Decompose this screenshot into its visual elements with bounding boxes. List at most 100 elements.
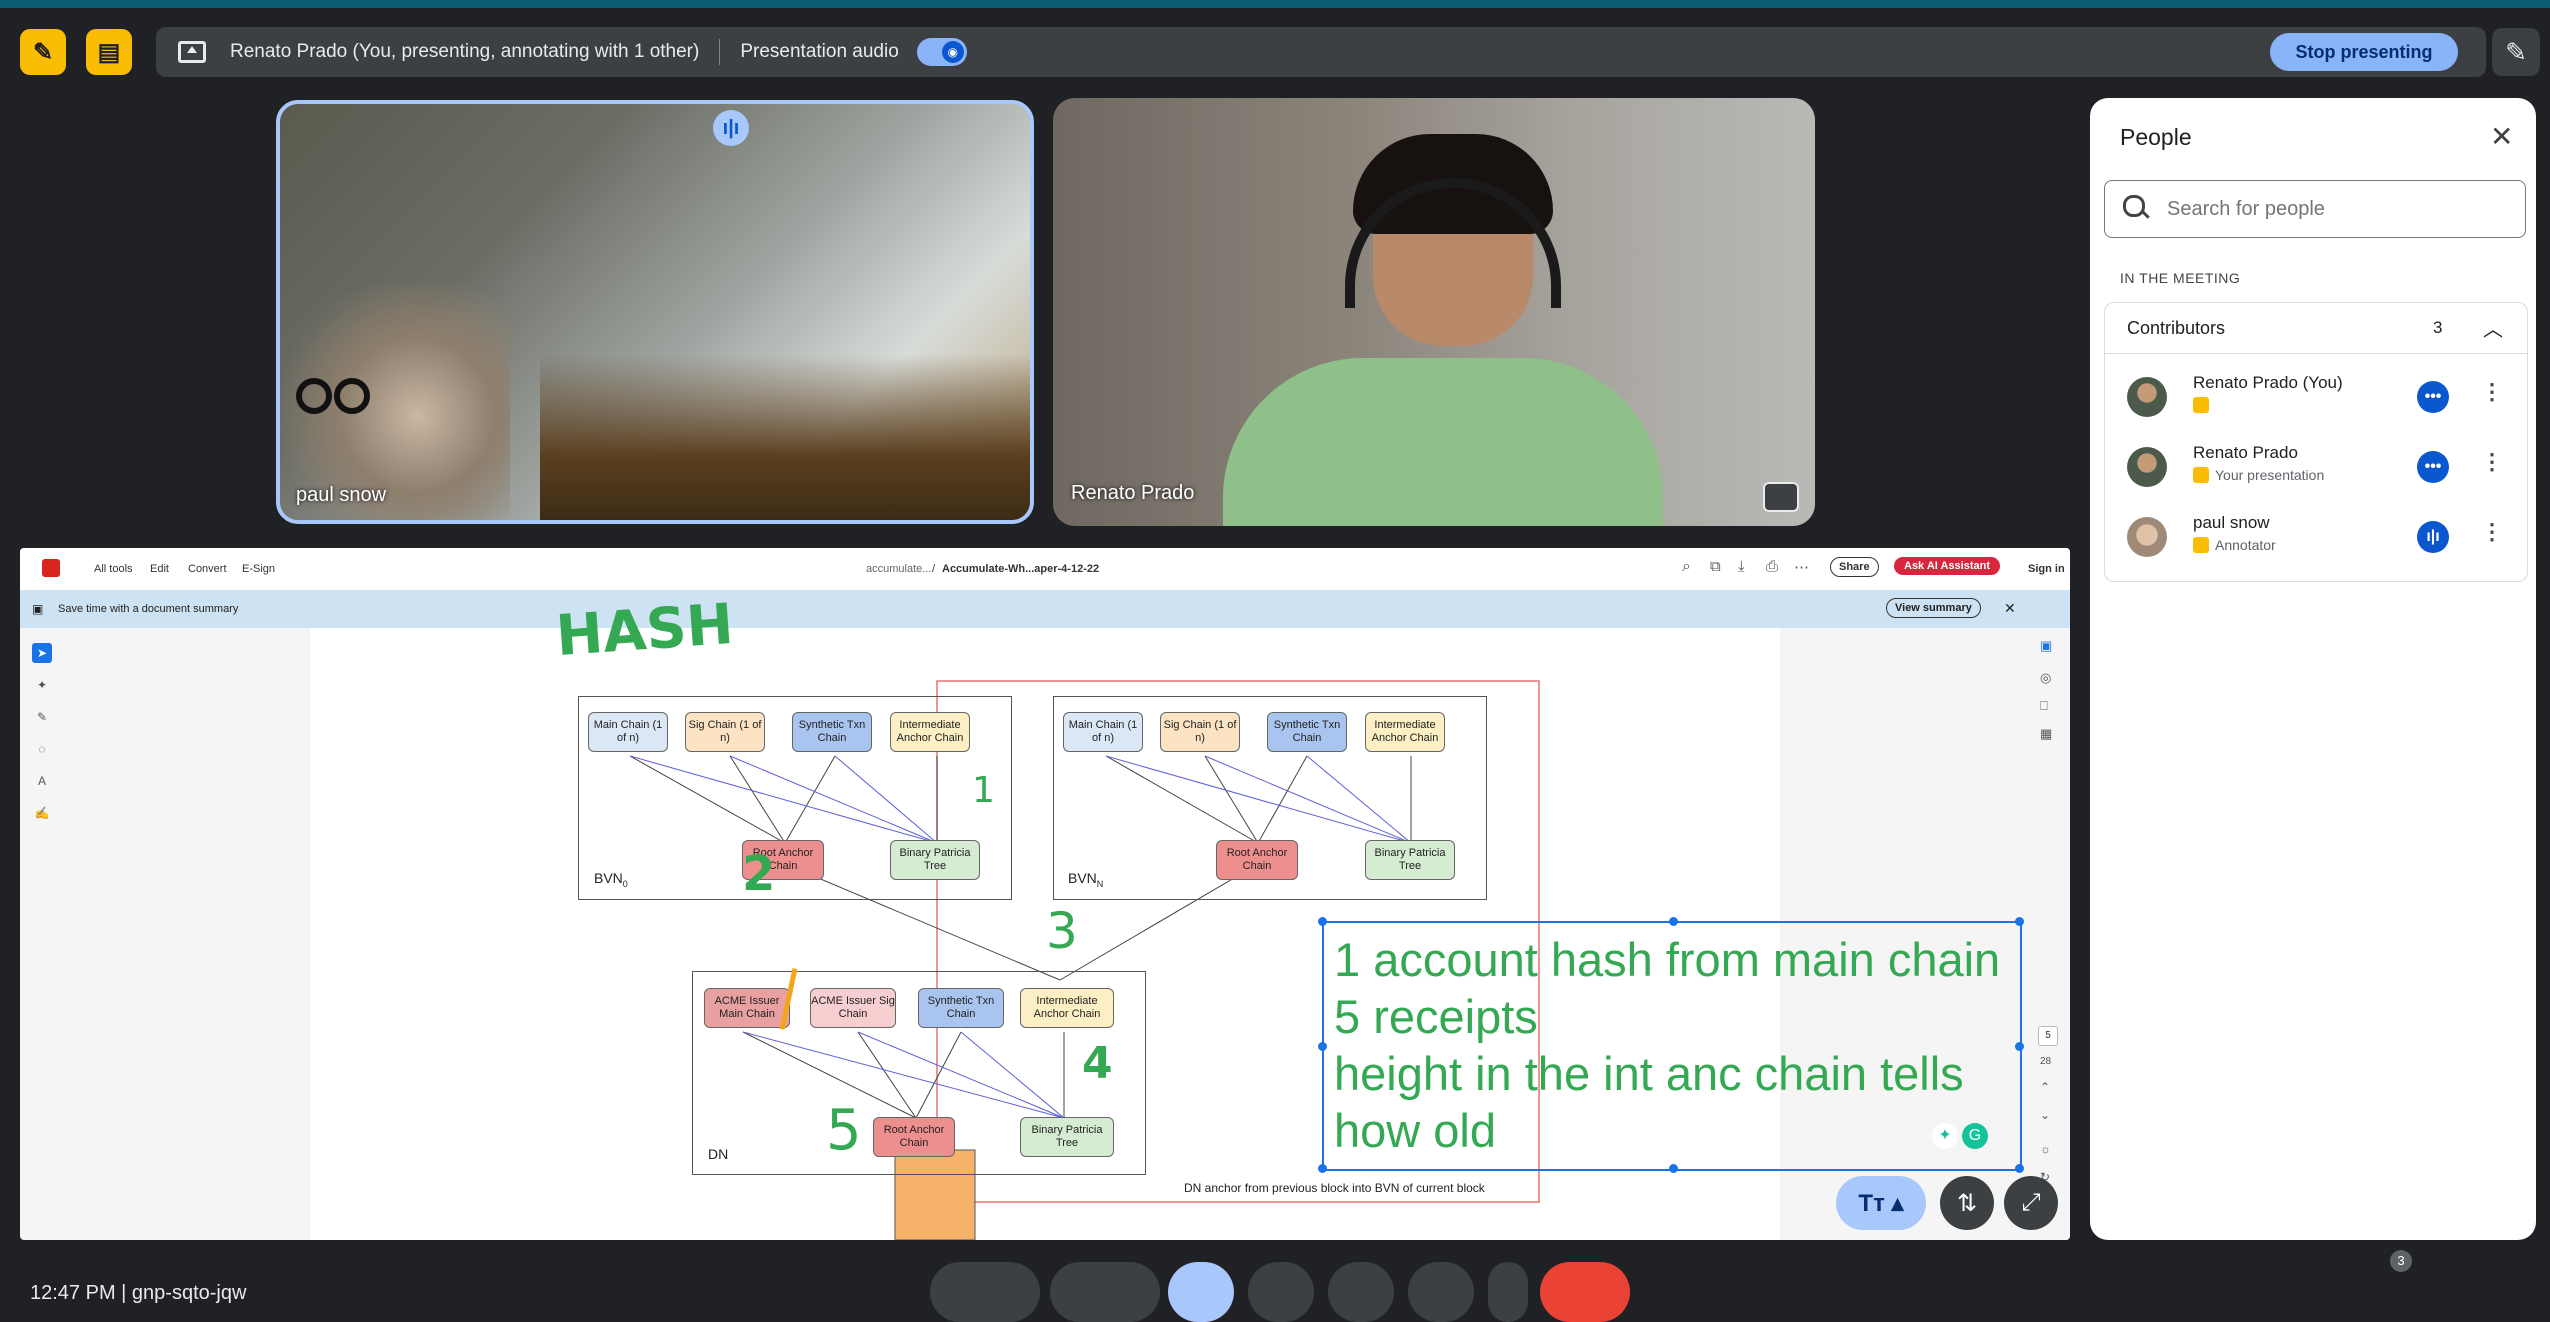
member-name: Renato Prado (You) <box>2193 373 2343 392</box>
participants-count-badge: 3 <box>2390 1250 2412 1272</box>
chevron-up-icon[interactable]: ︿ <box>2483 313 2503 342</box>
dn-root-anchor: Root Anchor Chain <box>873 1117 955 1157</box>
bvnn-root-anchor: Root Anchor Chain <box>1216 840 1298 880</box>
speaking-indicator-icon[interactable]: ı|ı <box>2417 521 2449 553</box>
grammarly-icon[interactable]: G <box>1962 1123 1988 1149</box>
resize-handle[interactable] <box>1669 917 1678 926</box>
list-item[interactable]: Renato Prado Your presentation ••• ⋮ <box>2105 433 2527 503</box>
bvnn-intermediate-chain: Intermediate Anchor Chain <box>1365 712 1445 752</box>
resize-handle[interactable] <box>2015 1164 2024 1173</box>
member-name: Renato Prado <box>2193 443 2298 462</box>
avatar <box>2127 447 2167 487</box>
avatar <box>2127 377 2167 417</box>
speaker-icon: ◉ <box>941 41 964 63</box>
clock: 12:47 PM | gnp-sqto-jqw <box>30 1282 247 1304</box>
resize-handle[interactable] <box>2015 1042 2024 1051</box>
page-down-icon[interactable]: ⌄ <box>2040 1108 2050 1122</box>
bvn0-synthetic-chain: Synthetic Txn Chain <box>792 712 872 752</box>
presenting-badge-icon <box>2193 467 2209 483</box>
leave-call-button[interactable] <box>1540 1262 1630 1322</box>
section-label: IN THE MEETING <box>2120 270 2241 286</box>
member-role: Annotator <box>2193 537 2276 553</box>
participant-name: Renato Prado <box>1071 482 1195 504</box>
kebab-menu-icon[interactable]: ⋮ <box>2481 449 2503 475</box>
raise-hand-button[interactable] <box>1408 1262 1474 1322</box>
divider <box>719 39 721 65</box>
annotation-textbox[interactable]: 1 account hash from main chain 5 receipt… <box>1318 917 2024 1173</box>
group-count: 3 <box>2433 318 2443 337</box>
brightness-icon[interactable]: ☼ <box>2040 1142 2051 1156</box>
presenting-badge-icon <box>2193 397 2209 413</box>
shared-screen: All tools Edit Convert E-Sign accumulate… <box>20 548 2070 1240</box>
fullscreen-icon[interactable]: ⤢ <box>2004 1176 2058 1230</box>
bvnn-label: BVNN <box>1068 870 1104 889</box>
resize-handle[interactable] <box>2015 917 2024 926</box>
page-up-icon[interactable]: ⌃ <box>2040 1080 2050 1094</box>
move-icon[interactable]: ⇅ <box>1940 1176 1994 1230</box>
bvnn-patricia-tree: Binary Patricia Tree <box>1365 840 1455 880</box>
present-button[interactable] <box>1168 1262 1234 1322</box>
more-options-icon[interactable]: ••• <box>2417 381 2449 413</box>
right-toolbar: ▣ ◎ ⎕ ▦ 5 28 ⌃ ⌄ ☼ ↻ ⎘ <box>2030 628 2070 1240</box>
reactions-button[interactable] <box>1248 1262 1314 1322</box>
ai-panel-icon[interactable]: ▣ <box>2040 638 2052 654</box>
more-options-icon[interactable]: ••• <box>2417 451 2449 483</box>
more-options-button[interactable] <box>1488 1262 1528 1322</box>
resize-handle[interactable] <box>1318 1042 1327 1051</box>
bvnn-synthetic-chain: Synthetic Txn Chain <box>1267 712 1347 752</box>
kebab-menu-icon[interactable]: ⋮ <box>2481 379 2503 405</box>
people-search[interactable] <box>2104 180 2526 238</box>
presenting-status: Renato Prado (You, presenting, annotatin… <box>230 41 700 62</box>
page-number[interactable]: 5 <box>2038 1026 2058 1046</box>
pen-icon[interactable]: ✎ <box>2492 28 2540 76</box>
annotation-5: 5 <box>826 1098 862 1163</box>
resize-handle[interactable] <box>1318 1164 1327 1173</box>
annotation-hash: HASH <box>553 591 736 670</box>
stop-annotating-icon[interactable]: ✎ <box>20 29 66 75</box>
presentation-audio-label: Presentation audio <box>740 41 899 62</box>
text-size-button[interactable]: Tт ▴ <box>1836 1176 1926 1230</box>
dn-patricia-tree: Binary Patricia Tree <box>1020 1117 1114 1157</box>
bvn0-sig-chain: Sig Chain (1 of n) <box>685 712 765 752</box>
glasses-detail <box>296 378 370 414</box>
presentation-audio-toggle[interactable]: ◉ <box>916 38 967 66</box>
contributors-group: Contributors 3 ︿ Renato Prado (You) ••• … <box>2104 302 2528 582</box>
bvnn-sig-chain: Sig Chain (1 of n) <box>1160 712 1240 752</box>
panel-title: People <box>2120 124 2192 150</box>
dn-intermediate-chain: Intermediate Anchor Chain <box>1020 988 1114 1028</box>
captions-button[interactable] <box>1328 1262 1394 1322</box>
suggestion-icon[interactable]: ✦ <box>1932 1123 1958 1149</box>
comment-panel-icon[interactable]: ◎ <box>2040 670 2051 686</box>
resize-handle[interactable] <box>1318 917 1327 926</box>
resize-handle[interactable] <box>1669 1164 1678 1173</box>
search-input[interactable] <box>2165 193 2509 225</box>
camera-button[interactable] <box>1050 1262 1160 1322</box>
picture-in-picture-icon[interactable] <box>1763 482 1799 512</box>
textbox-line-2: 5 receipts <box>1334 990 1538 1043</box>
background-blur <box>540 354 1030 520</box>
microphone-button[interactable] <box>930 1262 1040 1322</box>
annotation-tools-icon[interactable]: ▤ <box>86 29 132 75</box>
bvn0-main-chain: Main Chain (1 of n) <box>588 712 668 752</box>
list-item[interactable]: paul snow Annotator ı|ı ⋮ <box>2105 503 2527 573</box>
kebab-menu-icon[interactable]: ⋮ <box>2481 519 2503 545</box>
bookmark-icon[interactable]: ⎕ <box>2040 698 2048 714</box>
annotation-2: 2 <box>742 846 776 902</box>
video-tile-renato-prado[interactable]: Renato Prado <box>1053 98 1815 526</box>
contributors-header[interactable]: Contributors 3 ︿ <box>2105 303 2527 354</box>
textbox-line-4: how old <box>1334 1104 1496 1157</box>
top-accent-line <box>0 0 2550 8</box>
member-name: paul snow <box>2193 513 2270 532</box>
stop-presenting-button[interactable]: Stop presenting <box>2270 33 2458 71</box>
thumbnails-icon[interactable]: ▦ <box>2040 726 2052 742</box>
video-tile-paul-snow[interactable]: paul snow <box>276 100 1034 524</box>
speaking-indicator-icon: ı|ı <box>713 110 749 146</box>
diagram-caption: DN anchor from previous block into BVN o… <box>1184 1181 1485 1195</box>
annotator-badge-icon <box>2193 537 2209 553</box>
textbox-line-3: height in the int anc chain tells <box>1334 1047 1964 1100</box>
close-icon[interactable]: ✕ <box>2490 120 2513 153</box>
list-item[interactable]: Renato Prado (You) ••• ⋮ <box>2105 363 2527 433</box>
bvnn-main-chain: Main Chain (1 of n) <box>1063 712 1143 752</box>
dn-acme-sig-chain: ACME Issuer Sig Chain <box>810 988 896 1028</box>
people-panel: People ✕ IN THE MEETING Contributors 3 ︿… <box>2090 98 2536 1240</box>
